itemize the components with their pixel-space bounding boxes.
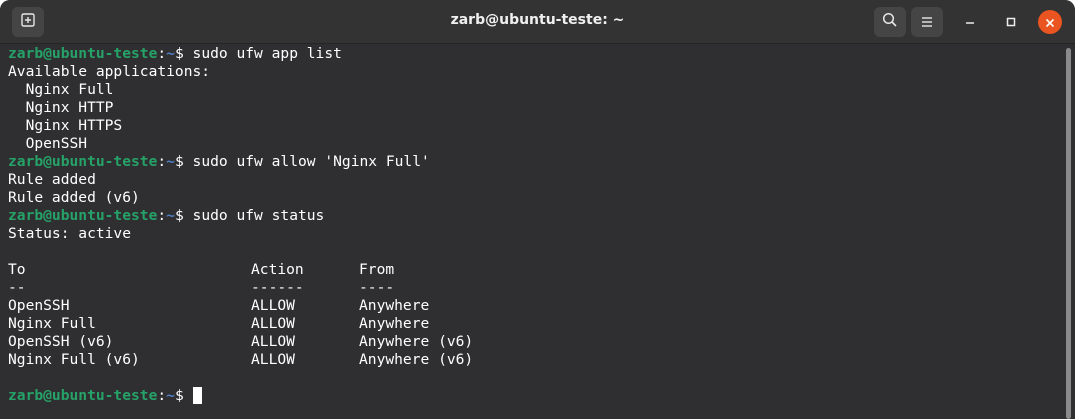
menu-button[interactable] <box>911 7 943 37</box>
prompt-colon: : <box>157 153 167 170</box>
prompt-path: ~ <box>166 45 175 62</box>
table-cell-action: ALLOW <box>251 297 295 314</box>
close-icon <box>1045 13 1055 32</box>
table-cell-from: Anywhere (v6) <box>359 333 474 350</box>
table-header-to: To <box>8 261 26 278</box>
search-button[interactable] <box>874 7 906 37</box>
scrollbar[interactable] <box>1066 48 1071 419</box>
app-list-item: Nginx Full <box>8 81 114 98</box>
prompt-path: ~ <box>166 153 175 170</box>
table-separator: ---- <box>359 279 395 296</box>
table-cell-to: Nginx Full (v6) <box>8 351 140 368</box>
prompt-user-host: zarb@ubuntu-teste <box>8 153 158 170</box>
table-separator-row: -- ------ ---- <box>8 279 608 297</box>
prompt-line: zarb@ubuntu-teste:~$ <box>8 387 202 405</box>
output-line: Available applications: <box>8 63 211 80</box>
command-text: sudo ufw allow 'Nginx Full' <box>192 153 430 170</box>
prompt-symbol: $ <box>174 387 193 404</box>
maximize-button[interactable] <box>999 10 1023 34</box>
command-text: sudo ufw status <box>192 207 325 224</box>
output-line: Rule added (v6) <box>8 189 140 206</box>
prompt-user-host: zarb@ubuntu-teste <box>8 387 158 404</box>
table-cell-action: ALLOW <box>251 315 295 332</box>
output-line: Rule added <box>8 171 96 188</box>
text-cursor <box>192 387 202 404</box>
prompt-symbol: $ <box>174 45 193 62</box>
table-cell-action: ALLOW <box>251 351 295 368</box>
table-separator: -- <box>8 279 26 296</box>
app-list-item: Nginx HTTP <box>8 99 114 116</box>
prompt-line: zarb@ubuntu-teste:~$ sudo ufw allow 'Ngi… <box>8 153 430 171</box>
table-cell-from: Anywhere <box>359 315 430 332</box>
close-button[interactable] <box>1038 10 1062 34</box>
search-icon <box>882 12 898 32</box>
prompt-symbol: $ <box>174 153 193 170</box>
prompt-colon: : <box>157 207 167 224</box>
prompt-line: zarb@ubuntu-teste:~$ sudo ufw app list <box>8 45 342 63</box>
table-cell-action: ALLOW <box>251 333 295 350</box>
table-cell-to: OpenSSH <box>8 297 70 314</box>
table-cell-to: Nginx Full <box>8 315 96 332</box>
table-header-from: From <box>359 261 395 278</box>
table-header-row: To Action From <box>8 261 608 279</box>
prompt-symbol: $ <box>174 207 193 224</box>
terminal-window: zarb@ubuntu-teste: ~ zarb@ubuntu-teste:~… <box>0 0 1075 419</box>
prompt-colon: : <box>157 45 167 62</box>
maximize-icon <box>1005 13 1017 32</box>
prompt-path: ~ <box>166 207 175 224</box>
status-line: Status: active <box>8 225 132 242</box>
table-row: OpenSSH ALLOW Anywhere <box>8 297 608 315</box>
table-header-action: Action <box>251 261 304 278</box>
table-row: Nginx Full (v6) ALLOW Anywhere (v6) <box>8 351 608 369</box>
table-row: Nginx Full ALLOW Anywhere <box>8 315 608 333</box>
table-cell-from: Anywhere <box>359 297 430 314</box>
hamburger-menu-icon <box>920 13 934 32</box>
terminal-output[interactable]: zarb@ubuntu-teste:~$ sudo ufw app list A… <box>0 44 1064 419</box>
prompt-user-host: zarb@ubuntu-teste <box>8 207 158 224</box>
prompt-line: zarb@ubuntu-teste:~$ sudo ufw status <box>8 207 324 225</box>
prompt-user-host: zarb@ubuntu-teste <box>8 45 158 62</box>
app-list-item: OpenSSH <box>8 135 88 152</box>
prompt-colon: : <box>157 387 167 404</box>
table-row: OpenSSH (v6) ALLOW Anywhere (v6) <box>8 333 608 351</box>
command-text: sudo ufw app list <box>192 45 342 62</box>
title-bar: zarb@ubuntu-teste: ~ <box>0 0 1075 44</box>
table-cell-from: Anywhere (v6) <box>359 351 474 368</box>
app-list-item: Nginx HTTPS <box>8 117 123 134</box>
prompt-path: ~ <box>166 387 175 404</box>
table-separator: ------ <box>251 279 304 296</box>
minimize-icon <box>964 13 976 32</box>
table-cell-to: OpenSSH (v6) <box>8 333 114 350</box>
minimize-button[interactable] <box>958 10 982 34</box>
